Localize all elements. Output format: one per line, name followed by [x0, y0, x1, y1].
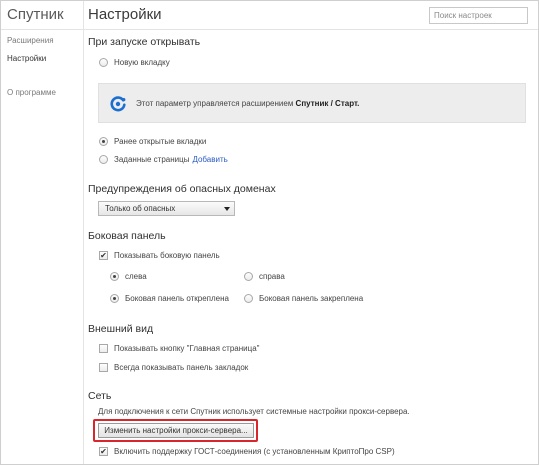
radio-button[interactable] [99, 58, 108, 67]
radio-label: Заданные страницы [114, 155, 190, 164]
sidebar-item-settings[interactable]: Настройки [7, 54, 46, 63]
sidebar-divider [83, 1, 84, 464]
notice-extension-name: Спутник / Старт. [295, 99, 360, 108]
radio-button-checked[interactable] [110, 294, 119, 303]
radio-button-checked[interactable] [110, 272, 119, 281]
add-pages-link[interactable]: Добавить [192, 155, 227, 164]
danger-level-select[interactable]: Только об опасных [98, 201, 235, 216]
checkbox-label: Показывать кнопку "Главная страница" [114, 344, 260, 353]
proxy-info-text: Для подключения к сети Спутник используе… [98, 407, 410, 416]
radio-button[interactable] [244, 272, 253, 281]
checkbox-label: Всегда показывать панель закладок [114, 363, 249, 372]
radio-left[interactable]: слева [110, 272, 147, 281]
checkbox-checked[interactable]: ✔ [99, 251, 108, 260]
radio-detached[interactable]: Боковая панель откреплена [110, 294, 229, 303]
page-title: Настройки [88, 6, 162, 23]
select-value: Только об опасных [105, 204, 176, 213]
checkbox[interactable] [99, 363, 108, 372]
sputnik-extension-icon [110, 96, 126, 112]
sidebar-item-extensions[interactable]: Расширения [7, 36, 54, 45]
search-input[interactable] [429, 7, 528, 24]
checkbox-label: Включить поддержку ГОСТ-соединения (с ус… [114, 447, 395, 456]
radio-new-tab[interactable]: Новую вкладку [99, 58, 170, 67]
radio-specific-pages[interactable]: Заданные страницы Добавить [99, 155, 228, 164]
checkbox[interactable] [99, 344, 108, 353]
notice-message: Этот параметр управляется расширением [136, 99, 294, 108]
radio-label: Боковая панель закреплена [259, 294, 364, 303]
appearance-section-title: Внешний вид [88, 323, 154, 335]
header-divider [1, 29, 538, 30]
chevron-down-icon [224, 207, 230, 211]
radio-button[interactable] [99, 155, 108, 164]
side-panel-section-title: Боковая панель [88, 230, 166, 242]
radio-pinned[interactable]: Боковая панель закреплена [244, 294, 363, 303]
checkbox-show-side-panel[interactable]: ✔ Показывать боковую панель [99, 251, 220, 260]
radio-right[interactable]: справа [244, 272, 285, 281]
checkbox-checked[interactable]: ✔ [99, 447, 108, 456]
checkbox-home-button[interactable]: Показывать кнопку "Главная страница" [99, 344, 259, 353]
sidebar-item-about[interactable]: О программе [7, 88, 56, 97]
radio-button-checked[interactable] [99, 137, 108, 146]
radio-label: слева [125, 272, 147, 281]
extension-notice: Этот параметр управляется расширением Сп… [98, 83, 526, 123]
checkbox-label: Показывать боковую панель [114, 251, 220, 260]
danger-section-title: Предупреждения об опасных доменах [88, 183, 276, 195]
radio-previous-tabs[interactable]: Ранее открытые вкладки [99, 137, 206, 146]
browser-settings-page: Спутник Расширения Настройки О программе… [0, 0, 539, 465]
radio-button[interactable] [244, 294, 253, 303]
radio-label: Боковая панель откреплена [125, 294, 229, 303]
radio-label: Новую вкладку [114, 58, 170, 67]
checkbox-gost-connection[interactable]: ✔ Включить поддержку ГОСТ-соединения (с … [99, 447, 395, 456]
brand-title: Спутник [7, 6, 64, 23]
network-section-title: Сеть [88, 390, 112, 402]
startup-section-title: При запуске открывать [88, 36, 201, 48]
notice-text: Этот параметр управляется расширением Сп… [136, 99, 359, 108]
sidebar: Спутник Расширения Настройки О программе [1, 1, 83, 464]
radio-label: Ранее открытые вкладки [114, 137, 207, 146]
checkbox-bookmarks-bar[interactable]: Всегда показывать панель закладок [99, 363, 248, 372]
highlight-annotation [93, 419, 258, 442]
radio-label: справа [259, 272, 285, 281]
